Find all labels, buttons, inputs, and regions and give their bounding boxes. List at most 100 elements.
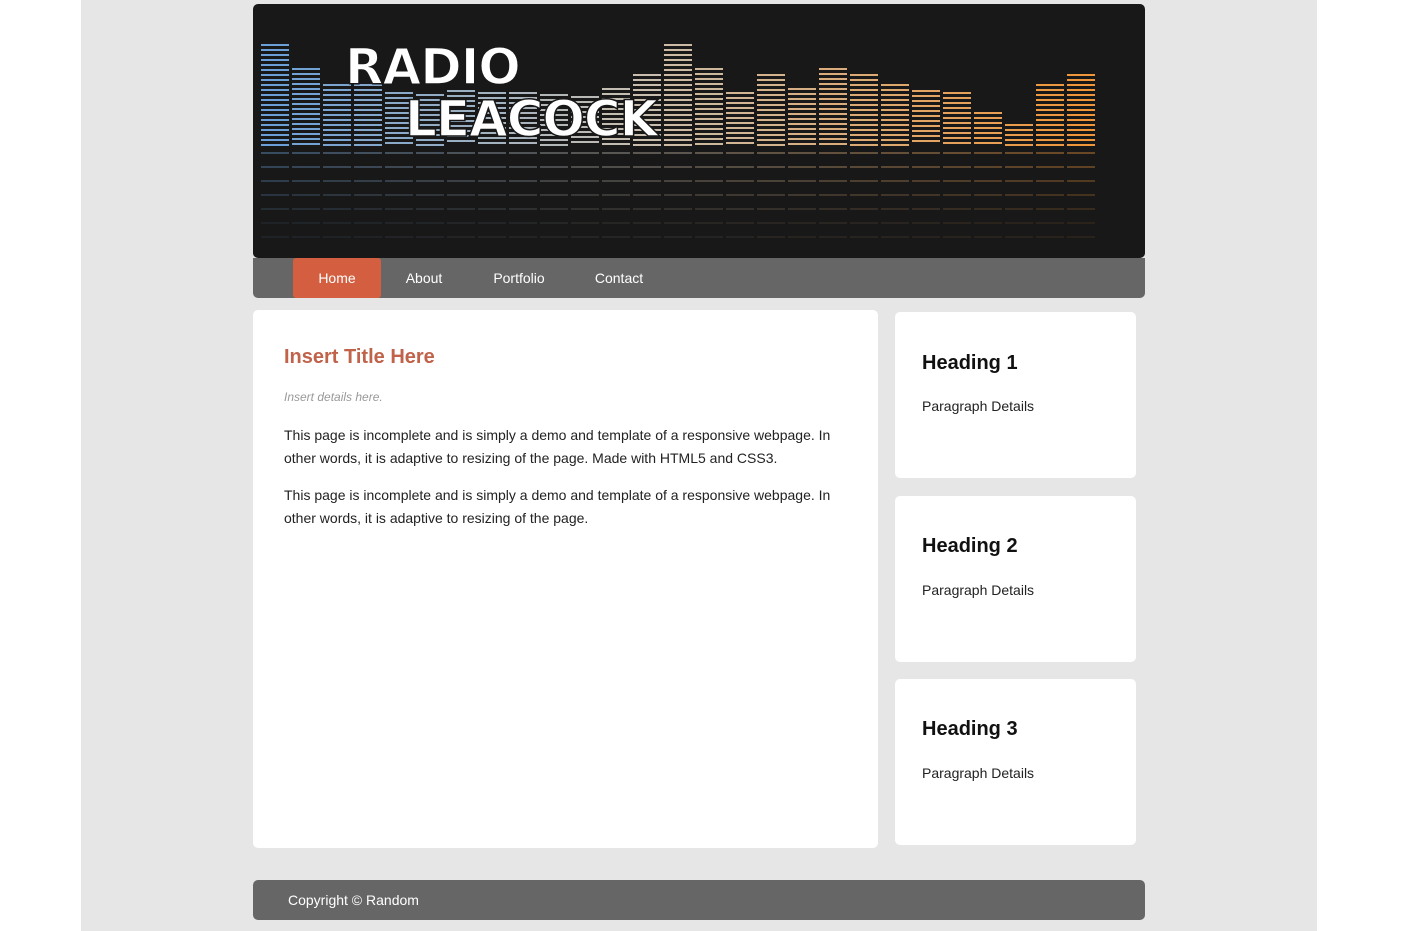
equalizer-segment [943,107,971,109]
equalizer-segment [695,123,723,125]
equalizer-reflection [912,180,940,182]
equalizer-reflection [602,180,630,182]
equalizer-reflection [354,194,382,196]
equalizer-segment [881,124,909,126]
equalizer-reflection [540,236,568,238]
equalizer-segment [633,74,661,76]
equalizer-segment [1036,109,1064,111]
equalizer-reflection [602,236,630,238]
equalizer-reflection [602,194,630,196]
equalizer-reflection [1067,194,1095,196]
equalizer-segment [1067,94,1095,96]
equalizer-segment [695,83,723,85]
equalizer-reflection [509,236,537,238]
header-banner: RADIO LEACOCK [253,4,1145,258]
equalizer-segment [1067,139,1095,141]
equalizer-reflection [664,236,692,238]
equalizer-reflection [1036,194,1064,196]
nav-contact[interactable]: Contact [581,258,657,298]
equalizer-segment [1036,119,1064,121]
equalizer-reflection [261,194,289,196]
equalizer-segment [788,128,816,130]
equalizer-segment [912,90,940,92]
equalizer-reflection [695,166,723,168]
equalizer-segment [354,99,382,101]
equalizer-segment [664,44,692,46]
equalizer-segment [757,134,785,136]
equalizer-segment [943,132,971,134]
equalizer-segment [850,144,878,146]
equalizer-segment [354,114,382,116]
equalizer-reflection [540,166,568,168]
equalizer-segment [664,74,692,76]
equalizer-reflection [695,180,723,182]
equalizer-segment [912,115,940,117]
equalizer-segment [819,143,847,145]
equalizer-reflection [1005,236,1033,238]
equalizer-segment [261,109,289,111]
equalizer-segment [695,113,723,115]
equalizer-reflection [385,180,413,182]
equalizer-reflection [478,236,506,238]
equalizer-segment [881,134,909,136]
equalizer-reflection [540,152,568,154]
nav-portfolio[interactable]: Portfolio [479,258,559,298]
sidebar-card-1: Heading 1 Paragraph Details [895,312,1136,478]
equalizer-reflection [912,208,940,210]
equalizer-reflection [881,152,909,154]
equalizer-segment [695,88,723,90]
equalizer-reflection [323,194,351,196]
equalizer-reflection [323,180,351,182]
equalizer-segment [726,127,754,129]
equalizer-segment [695,138,723,140]
equalizer-segment [354,134,382,136]
equalizer-segment [664,134,692,136]
equalizer-segment [1036,89,1064,91]
equalizer-segment [664,119,692,121]
equalizer-segment [664,54,692,56]
equalizer-segment [1036,104,1064,106]
equalizer-reflection [354,222,382,224]
equalizer-segment [261,74,289,76]
equalizer-segment [261,89,289,91]
nav-home[interactable]: Home [293,258,381,298]
equalizer-segment [912,130,940,132]
equalizer-reflection [292,222,320,224]
equalizer-segment [1005,144,1033,146]
sidebar-paragraph: Paragraph Details [922,398,1035,414]
equalizer-segment [354,104,382,106]
equalizer-segment [1067,74,1095,76]
equalizer-reflection [881,180,909,182]
equalizer-reflection [1036,166,1064,168]
equalizer-segment [292,88,320,90]
equalizer-segment [788,98,816,100]
sidebar-card-3: Heading 3 Paragraph Details [895,679,1136,845]
equalizer-segment [695,128,723,130]
equalizer-segment [292,78,320,80]
equalizer-segment [881,109,909,111]
equalizer-segment [664,94,692,96]
equalizer-segment [664,104,692,106]
equalizer-segment [261,94,289,96]
equalizer-segment [881,84,909,86]
equalizer-reflection [819,194,847,196]
equalizer-reflection [943,180,971,182]
equalizer-reflection [602,166,630,168]
copyright-text: Copyright © Random [288,892,419,908]
equalizer-segment [261,59,289,61]
equalizer-segment [819,108,847,110]
equalizer-segment [819,118,847,120]
equalizer-segment [292,123,320,125]
equalizer-segment [261,129,289,131]
equalizer-segment [881,99,909,101]
equalizer-reflection [292,194,320,196]
equalizer-segment [664,64,692,66]
equalizer-segment [788,103,816,105]
equalizer-segment [850,79,878,81]
equalizer-segment [943,127,971,129]
equalizer-reflection [354,236,382,238]
equalizer-reflection [416,236,444,238]
equalizer-segment [292,73,320,75]
nav-about[interactable]: About [386,258,462,298]
equalizer-segment [819,93,847,95]
